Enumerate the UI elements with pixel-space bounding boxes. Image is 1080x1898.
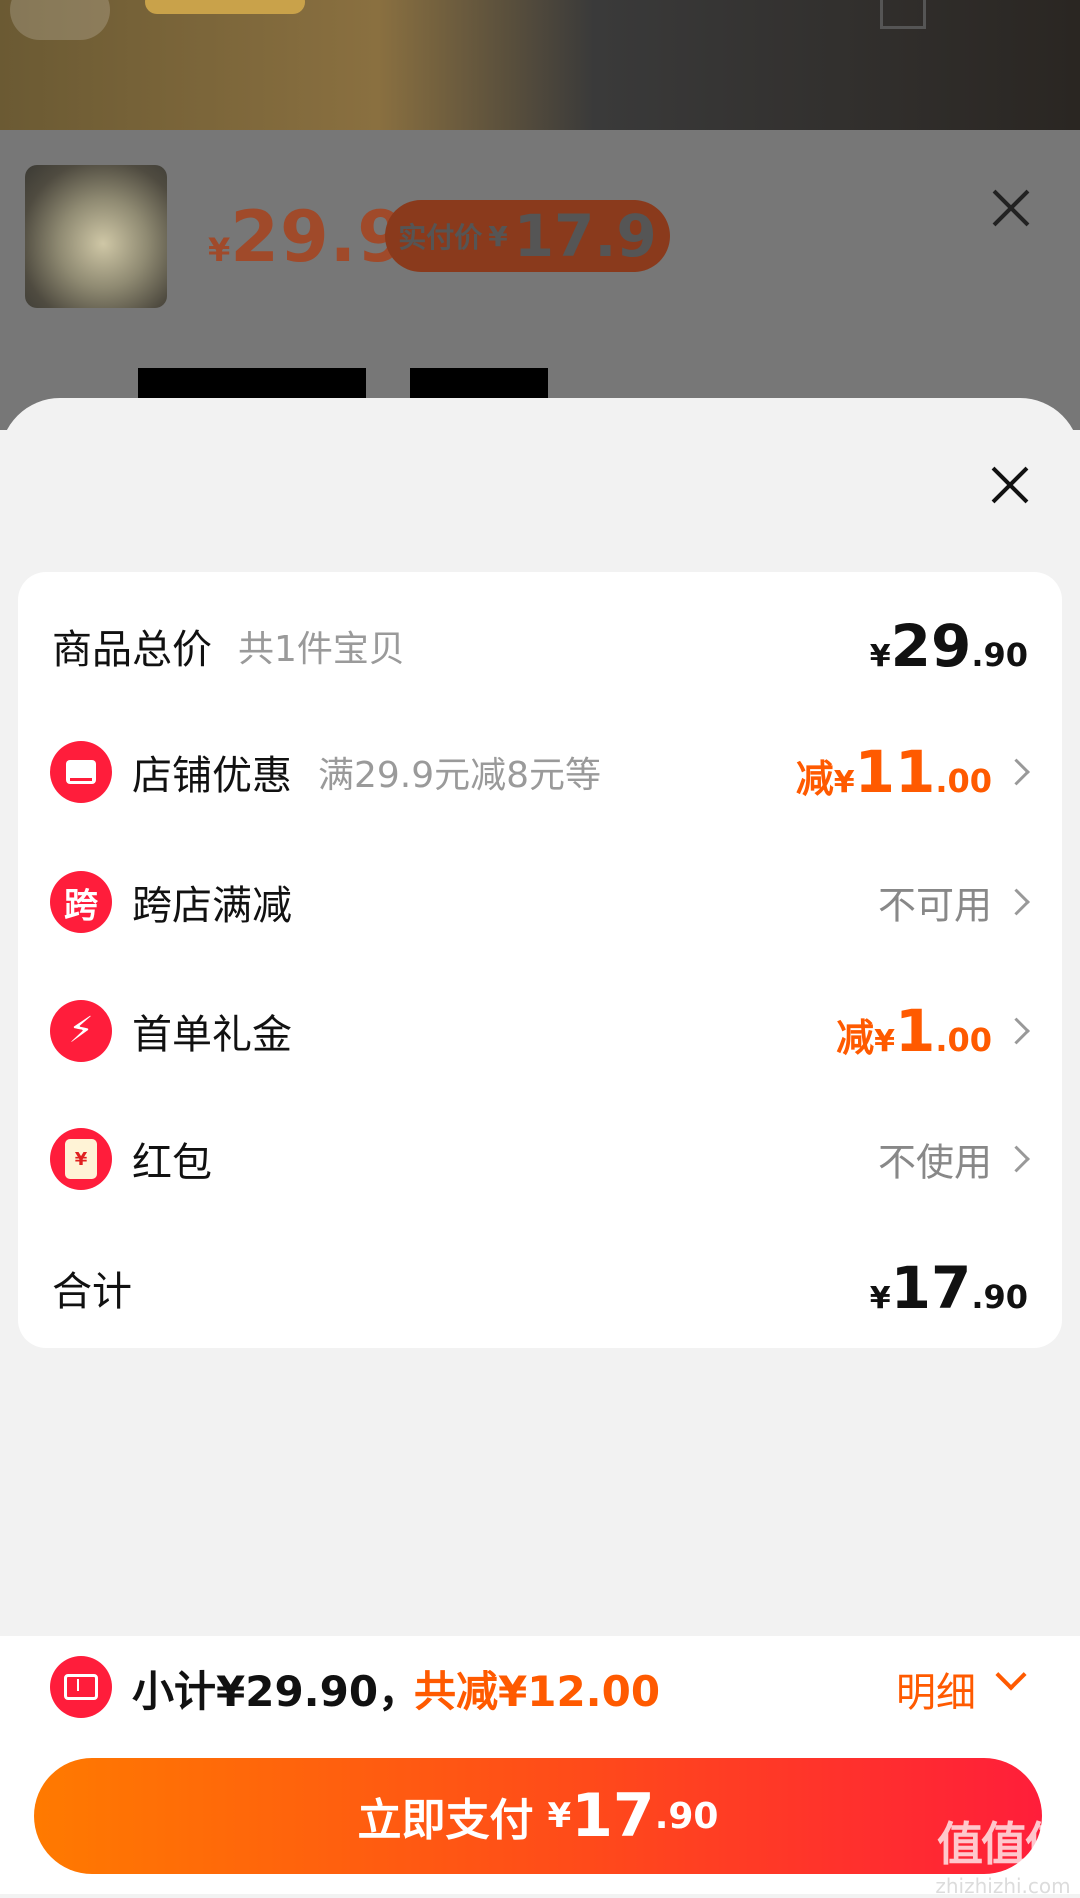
chevron-right-icon xyxy=(1003,888,1030,916)
chevron-right-icon xyxy=(1003,1145,1030,1173)
chevron-right-icon xyxy=(1003,1017,1030,1045)
close-icon[interactable] xyxy=(990,188,1030,228)
back-button[interactable] xyxy=(10,0,110,40)
subtotal-text: 小计¥29.90， xyxy=(132,1667,421,1716)
row-status: 不使用 xyxy=(877,1140,992,1185)
goods-total-label: 商品总价 xyxy=(52,627,212,673)
cross-store-icon: 跨 xyxy=(50,871,112,933)
ticket-icon xyxy=(50,1656,112,1718)
row-subtext: 满29.9元减8元等 xyxy=(318,755,602,796)
total-value: ¥17.90 xyxy=(869,1254,1028,1322)
discount-value: 减¥11.00 xyxy=(795,738,992,806)
product-banner-image xyxy=(0,0,1080,130)
shop-icon xyxy=(50,741,112,803)
discount-value: 减¥1.00 xyxy=(836,997,992,1065)
price-breakdown-card: 商品总价 共1件宝贝 ¥29.90 店铺优惠 满29.9元减8元等 减¥11.0… xyxy=(18,572,1062,1348)
total-row: 合计 ¥17.90 xyxy=(18,1238,1062,1338)
goods-total-row: 商品总价 共1件宝贝 ¥29.90 xyxy=(18,596,1062,696)
chevron-right-icon xyxy=(1003,758,1030,786)
red-packet-row[interactable]: ¥ 红包 不使用 xyxy=(18,1109,1062,1209)
cross-store-discount-row[interactable]: 跨 跨店满减 不可用 xyxy=(18,852,1062,952)
close-icon[interactable] xyxy=(990,465,1030,505)
row-label: 首单礼金 xyxy=(132,1012,292,1058)
total-label: 合计 xyxy=(52,1269,132,1315)
red-packet-icon: ¥ xyxy=(50,1128,112,1190)
detail-toggle[interactable]: 明细 xyxy=(896,1660,976,1718)
row-label: 跨店满减 xyxy=(132,883,292,929)
goods-total-value: ¥29.90 xyxy=(869,612,1028,680)
bolt-icon: ⚡ xyxy=(50,1000,112,1062)
cart-icon[interactable] xyxy=(880,0,926,29)
dimmed-price: ¥29.9 xyxy=(208,196,407,278)
banner-tag xyxy=(145,0,305,14)
shop-discount-row[interactable]: 店铺优惠 满29.9元减8元等 减¥11.00 xyxy=(18,722,1062,822)
pay-now-button[interactable]: 立即支付 ¥17.90 xyxy=(34,1758,1042,1874)
item-count: 共1件宝贝 xyxy=(238,629,405,670)
row-status: 不可用 xyxy=(877,883,992,928)
site-watermark: 值值值 zhizhizhi.com xyxy=(935,1817,1071,1898)
row-label: 店铺优惠 xyxy=(132,753,292,799)
row-label: 红包 xyxy=(132,1140,212,1186)
total-discount-text: 共减¥12.00 xyxy=(414,1667,661,1716)
product-thumbnail xyxy=(25,165,167,308)
dimmed-pay-price-badge: 实付价 ¥17.9 xyxy=(385,200,670,272)
first-order-gift-row[interactable]: ⚡ 首单礼金 减¥1.00 xyxy=(18,981,1062,1081)
